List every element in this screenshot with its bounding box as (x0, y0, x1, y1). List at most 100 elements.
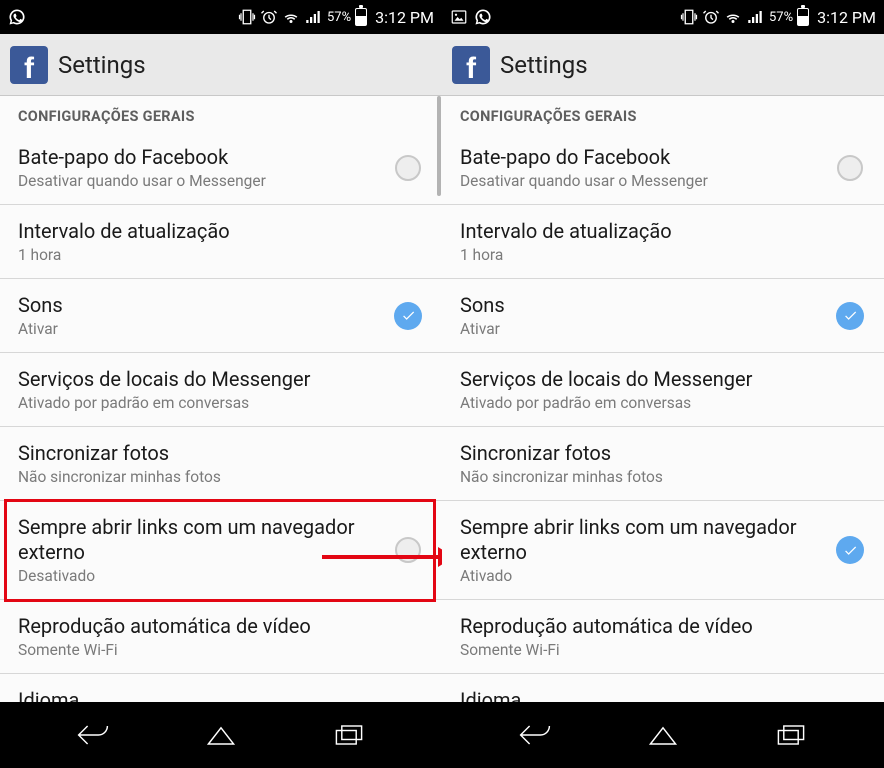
alarm-icon (702, 8, 720, 26)
facebook-icon[interactable]: f (10, 46, 48, 84)
radio-off-icon[interactable] (395, 155, 421, 181)
section-header: CONFIGURAÇÕES GERAIS (442, 96, 884, 131)
status-left-icons (450, 8, 492, 26)
settings-item-subtitle: Não sincronizar minhas fotos (460, 468, 866, 486)
settings-item-text: Intervalo de atualização1 hora (18, 219, 424, 264)
vibrate-icon (680, 8, 698, 26)
settings-item-text: Sempre abrir links com um navegador exte… (460, 515, 824, 585)
image-icon (450, 8, 468, 26)
settings-item-subtitle: Ativado por padrão em conversas (18, 394, 424, 412)
settings-item-text: Serviços de locais do Messenger Ativado p… (18, 367, 424, 412)
whatsapp-icon (8, 8, 26, 26)
battery-percent: 57% (327, 10, 351, 25)
settings-item[interactable]: Bate-papo do FacebookDesativar quando us… (442, 131, 884, 205)
settings-item-title: Sons (460, 293, 824, 318)
settings-item-text: Bate-papo do FacebookDesativar quando us… (460, 145, 824, 190)
scroll-indicator (437, 96, 441, 196)
vibrate-icon (238, 8, 256, 26)
settings-item[interactable]: SonsAtivar (0, 279, 442, 353)
action-bar: f Settings (442, 34, 884, 96)
settings-item-subtitle: Desativado (18, 567, 382, 585)
settings-item-text: Serviços de locais do MessengerAtivado p… (460, 367, 866, 412)
status-left-icons (8, 8, 26, 26)
settings-item[interactable]: Intervalo de atualização1 hora (0, 205, 442, 279)
nav-recent-button[interactable] (326, 712, 372, 758)
settings-item-text: Reprodução automática de vídeo Somente Wi… (460, 614, 866, 659)
settings-item[interactable]: Sempre abrir links com um navegador exte… (442, 501, 884, 600)
settings-item-subtitle: Ativado por padrão em conversas (460, 394, 866, 412)
settings-item-title: Intervalo de atualização (460, 219, 866, 244)
settings-item-text: Sincronizar fotos Não sincronizar minhas … (460, 441, 866, 486)
settings-item-text: Sons Ativar (460, 293, 824, 338)
settings-item-text: Reprodução automática de vídeo Somente Wi… (18, 614, 424, 659)
settings-item-subtitle: Somente Wi-Fi (460, 641, 866, 659)
settings-item-text: Bate-papo do FacebookDesativar quando us… (18, 145, 382, 190)
nav-recent-button[interactable] (768, 712, 814, 758)
battery-icon (355, 8, 367, 26)
section-header: CONFIGURAÇÕES GERAIS (0, 96, 442, 131)
settings-item-title: Sincronizar fotos (18, 441, 424, 466)
settings-item[interactable]: Intervalo de atualização 1 hora (442, 205, 884, 279)
signal-icon (746, 8, 764, 26)
settings-item-title: Intervalo de atualização (18, 219, 424, 244)
settings-item-text: SonsAtivar (18, 293, 382, 338)
action-bar: f Settings (0, 34, 442, 96)
alarm-icon (260, 8, 278, 26)
settings-item[interactable]: Bate-papo do FacebookDesativar quando us… (0, 131, 442, 205)
settings-item[interactable]: Sincronizar fotos Não sincronizar minhas … (0, 427, 442, 501)
status-clock: 3:12 PM (817, 8, 876, 27)
settings-item[interactable]: Reprodução automática de vídeo Somente Wi… (0, 600, 442, 674)
nav-back-button[interactable] (70, 712, 116, 758)
status-bar: 57% 3:12 PM (0, 0, 442, 34)
settings-item-subtitle: Desativar quando usar o Messenger (460, 172, 824, 190)
page-title: Settings (58, 51, 146, 79)
nav-home-button[interactable] (198, 712, 244, 758)
signal-icon (304, 8, 322, 26)
settings-item-subtitle: Ativar (460, 320, 824, 338)
nav-bar (0, 702, 442, 768)
nav-back-button[interactable] (512, 712, 558, 758)
status-right-icons: 57% 3:12 PM (680, 8, 876, 27)
settings-item-text: Sempre abrir links com um navegador exte… (18, 515, 382, 585)
whatsapp-icon (474, 8, 492, 26)
checkmark-icon[interactable] (836, 302, 864, 330)
settings-item-subtitle: 1 hora (460, 246, 866, 264)
settings-list[interactable]: CONFIGURAÇÕES GERAIS Bate-papo do Facebo… (442, 96, 884, 702)
battery-icon (797, 8, 809, 26)
settings-item[interactable]: Sons Ativar (442, 279, 884, 353)
checkmark-icon[interactable] (836, 536, 864, 564)
settings-item-title: Sincronizar fotos (460, 441, 866, 466)
nav-bar (442, 702, 884, 768)
settings-item-subtitle: Não sincronizar minhas fotos (18, 468, 424, 486)
battery-percent: 57% (769, 10, 793, 25)
settings-item[interactable]: Serviços de locais do MessengerAtivado p… (442, 353, 884, 427)
settings-item[interactable]: Idioma (0, 674, 442, 702)
arrow-right-icon (322, 555, 440, 559)
settings-item-title: Idioma (18, 688, 424, 702)
settings-item[interactable]: Sempre abrir links com um navegador exte… (0, 501, 442, 600)
settings-item-title: Idioma (460, 688, 866, 702)
settings-item-text: Sincronizar fotos Não sincronizar minhas … (18, 441, 424, 486)
page-title: Settings (500, 51, 588, 79)
settings-item[interactable]: Idioma (442, 674, 884, 702)
settings-item[interactable]: Sincronizar fotos Não sincronizar minhas … (442, 427, 884, 501)
screen-left: 57% 3:12 PM f Settings CONFIGURAÇÕES GER… (0, 0, 442, 768)
wifi-icon (282, 8, 300, 26)
settings-item-title: Reprodução automática de vídeo (18, 614, 424, 639)
settings-item-text: Intervalo de atualização 1 hora (460, 219, 866, 264)
settings-item-title: Reprodução automática de vídeo (460, 614, 866, 639)
facebook-icon[interactable]: f (452, 46, 490, 84)
radio-off-icon[interactable] (837, 155, 863, 181)
screen-right: 57% 3:12 PM f Settings CONFIGURAÇÕES GER… (442, 0, 884, 768)
settings-item[interactable]: Serviços de locais do Messenger Ativado p… (0, 353, 442, 427)
settings-item-title: Serviços de locais do Messenger (18, 367, 424, 392)
settings-list[interactable]: CONFIGURAÇÕES GERAIS Bate-papo do Facebo… (0, 96, 442, 702)
settings-item[interactable]: Reprodução automática de vídeo Somente Wi… (442, 600, 884, 674)
settings-item-text: Idioma (460, 688, 866, 702)
nav-home-button[interactable] (640, 712, 686, 758)
checkmark-icon[interactable] (394, 302, 422, 330)
settings-item-subtitle: Somente Wi-Fi (18, 641, 424, 659)
status-bar: 57% 3:12 PM (442, 0, 884, 34)
status-clock: 3:12 PM (375, 8, 434, 27)
settings-item-subtitle: Ativado (460, 567, 824, 585)
